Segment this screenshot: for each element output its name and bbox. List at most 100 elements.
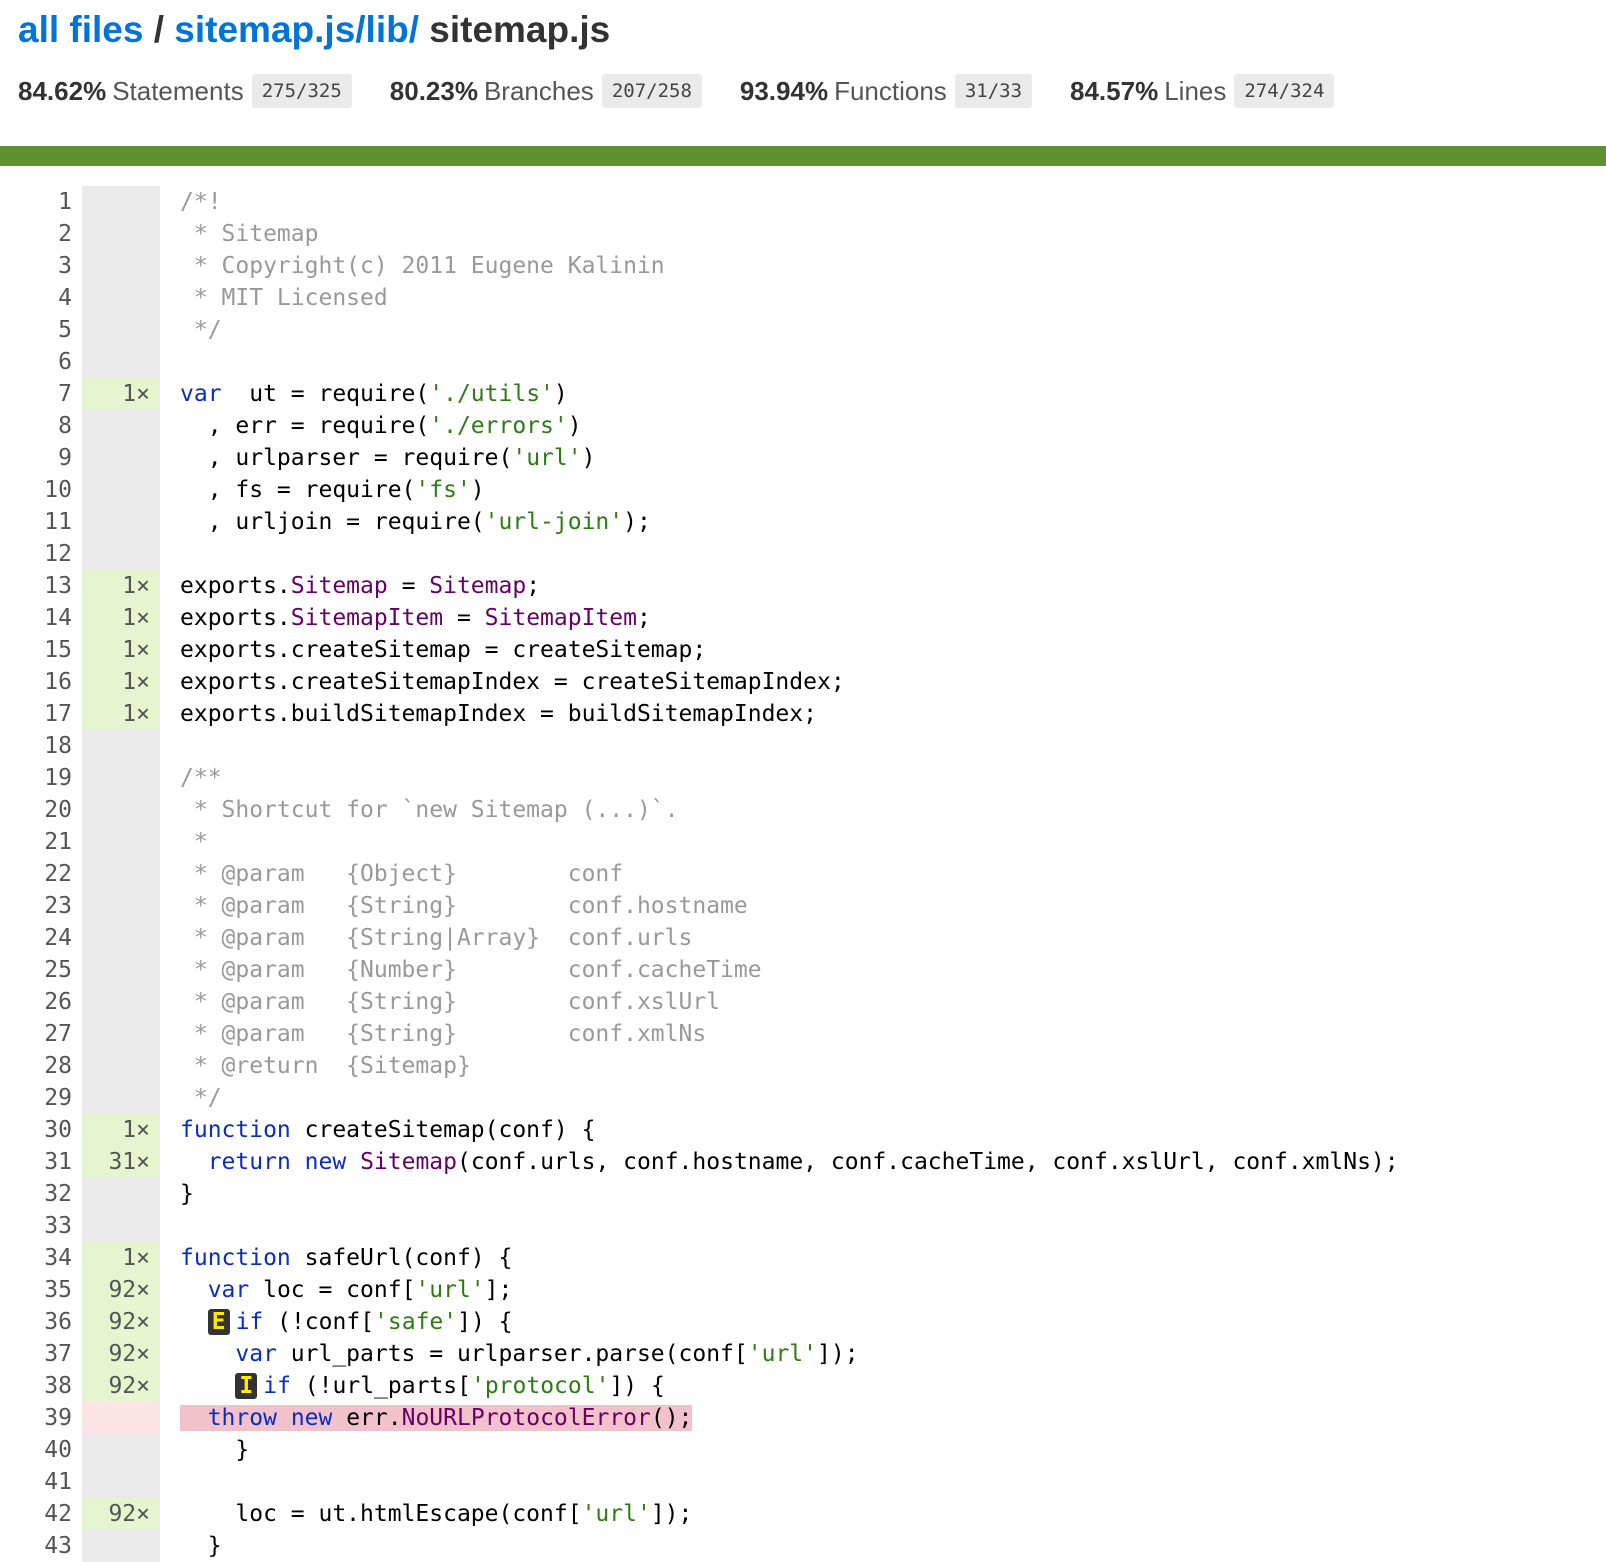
line-number[interactable]: 41 <box>0 1466 82 1498</box>
hit-count <box>82 1466 160 1498</box>
line-number[interactable]: 39 <box>0 1402 82 1434</box>
line-number[interactable]: 13 <box>0 570 82 602</box>
code-text: , urljoin = require('url-join'); <box>160 506 651 538</box>
code-token: 'safe' <box>374 1309 458 1335</box>
code-text: exports.createSitemapIndex = createSitem… <box>160 666 845 698</box>
code-text: * @param {String|Array} conf.urls <box>160 922 693 954</box>
line-number[interactable]: 3 <box>0 250 82 282</box>
code-token: ) <box>470 477 485 503</box>
line-number[interactable]: 11 <box>0 506 82 538</box>
code-text: * @return {Sitemap} <box>160 1050 471 1082</box>
line-number[interactable]: 18 <box>0 730 82 762</box>
code-line: 18 <box>0 730 1606 762</box>
hit-count: 1× <box>82 634 160 666</box>
code-token: exports. <box>180 605 291 631</box>
line-number[interactable]: 14 <box>0 602 82 634</box>
header: all files / sitemap.js/lib/ sitemap.js 8… <box>0 0 1606 140</box>
line-number[interactable]: 31 <box>0 1146 82 1178</box>
code-token: * <box>180 829 208 855</box>
stat-label: Functions <box>834 75 947 106</box>
code-token: Sitemap <box>360 1149 457 1175</box>
line-number[interactable]: 20 <box>0 794 82 826</box>
code-token: ]); <box>650 1501 693 1527</box>
line-number[interactable]: 7 <box>0 378 82 410</box>
line-number[interactable]: 24 <box>0 922 82 954</box>
hit-count: 92× <box>82 1306 160 1338</box>
code-text: exports.buildSitemapIndex = buildSitemap… <box>160 698 817 730</box>
line-number[interactable]: 23 <box>0 890 82 922</box>
code-token: */ <box>180 1085 222 1111</box>
hit-count <box>82 250 160 282</box>
line-number[interactable]: 27 <box>0 1018 82 1050</box>
line-number[interactable]: 10 <box>0 474 82 506</box>
code-token: ); <box>623 509 651 535</box>
line-number[interactable]: 1 <box>0 186 82 218</box>
stat-statements: 84.62% Statements 275/325 <box>18 74 352 108</box>
code-text: } <box>160 1530 222 1562</box>
line-number[interactable]: 38 <box>0 1370 82 1402</box>
line-number[interactable]: 29 <box>0 1082 82 1114</box>
hit-count <box>82 730 160 762</box>
code-token: Sitemap <box>290 573 388 599</box>
code-text: */ <box>160 1082 222 1114</box>
line-number[interactable]: 26 <box>0 986 82 1018</box>
code-line: 32} <box>0 1178 1606 1210</box>
source-code-listing: 1/*! 2 * Sitemap 3 * Copyright(c) 2011 Eug… <box>0 186 1606 1562</box>
stat-branches: 80.23% Branches 207/258 <box>390 74 702 108</box>
breadcrumb-all-files-link[interactable]: all files <box>18 9 143 50</box>
line-number[interactable]: 28 <box>0 1050 82 1082</box>
line-number[interactable]: 19 <box>0 762 82 794</box>
hit-count <box>82 922 160 954</box>
line-number[interactable]: 37 <box>0 1338 82 1370</box>
code-token: SitemapItem <box>290 605 444 631</box>
line-number[interactable]: 4 <box>0 282 82 314</box>
line-number[interactable]: 6 <box>0 346 82 378</box>
line-number[interactable]: 42 <box>0 1498 82 1530</box>
line-number[interactable]: 21 <box>0 826 82 858</box>
code-text: * @param {String} conf.xmlNs <box>160 1018 706 1050</box>
stat-functions: 93.94% Functions 31/33 <box>740 74 1033 108</box>
code-text: */ <box>160 314 222 346</box>
code-token <box>276 1405 291 1431</box>
hit-count: 1× <box>82 698 160 730</box>
code-token: var <box>235 1341 277 1367</box>
line-number[interactable]: 43 <box>0 1530 82 1562</box>
line-number[interactable]: 35 <box>0 1274 82 1306</box>
code-text: exports.SitemapItem = SitemapItem; <box>160 602 651 634</box>
line-number[interactable]: 30 <box>0 1114 82 1146</box>
line-number[interactable]: 40 <box>0 1434 82 1466</box>
code-token: loc = ut.htmlEscape(conf[ <box>180 1501 582 1527</box>
stat-fraction: 274/324 <box>1234 74 1335 108</box>
breadcrumb-separator: / <box>143 9 175 50</box>
line-number[interactable]: 36 <box>0 1306 82 1338</box>
line-number[interactable]: 34 <box>0 1242 82 1274</box>
breadcrumb-folder-link[interactable]: sitemap.js/lib/ <box>174 9 419 50</box>
code-text: /*! <box>160 186 222 218</box>
line-number[interactable]: 25 <box>0 954 82 986</box>
line-number[interactable]: 15 <box>0 634 82 666</box>
line-number[interactable]: 22 <box>0 858 82 890</box>
line-number[interactable]: 32 <box>0 1178 82 1210</box>
line-number[interactable]: 33 <box>0 1210 82 1242</box>
line-number[interactable]: 8 <box>0 410 82 442</box>
code-token: exports.createSitemap = createSitemap; <box>180 637 707 663</box>
code-token: function <box>180 1117 291 1143</box>
line-number[interactable]: 12 <box>0 538 82 570</box>
hit-count <box>82 1402 160 1434</box>
line-number[interactable]: 5 <box>0 314 82 346</box>
line-number[interactable]: 2 <box>0 218 82 250</box>
code-token: * MIT Licensed <box>180 285 388 311</box>
code-line: 26 * @param {String} conf.xslUrl <box>0 986 1606 1018</box>
hit-count: 31× <box>82 1146 160 1178</box>
code-token: exports.createSitemapIndex = createSitem… <box>180 669 845 695</box>
stat-fraction: 207/258 <box>601 74 702 108</box>
code-text: /** <box>160 762 222 794</box>
line-number[interactable]: 16 <box>0 666 82 698</box>
line-number[interactable]: 17 <box>0 698 82 730</box>
code-text: * @param {Number} conf.cacheTime <box>160 954 762 986</box>
line-number[interactable]: 9 <box>0 442 82 474</box>
code-token: function <box>180 1245 291 1271</box>
